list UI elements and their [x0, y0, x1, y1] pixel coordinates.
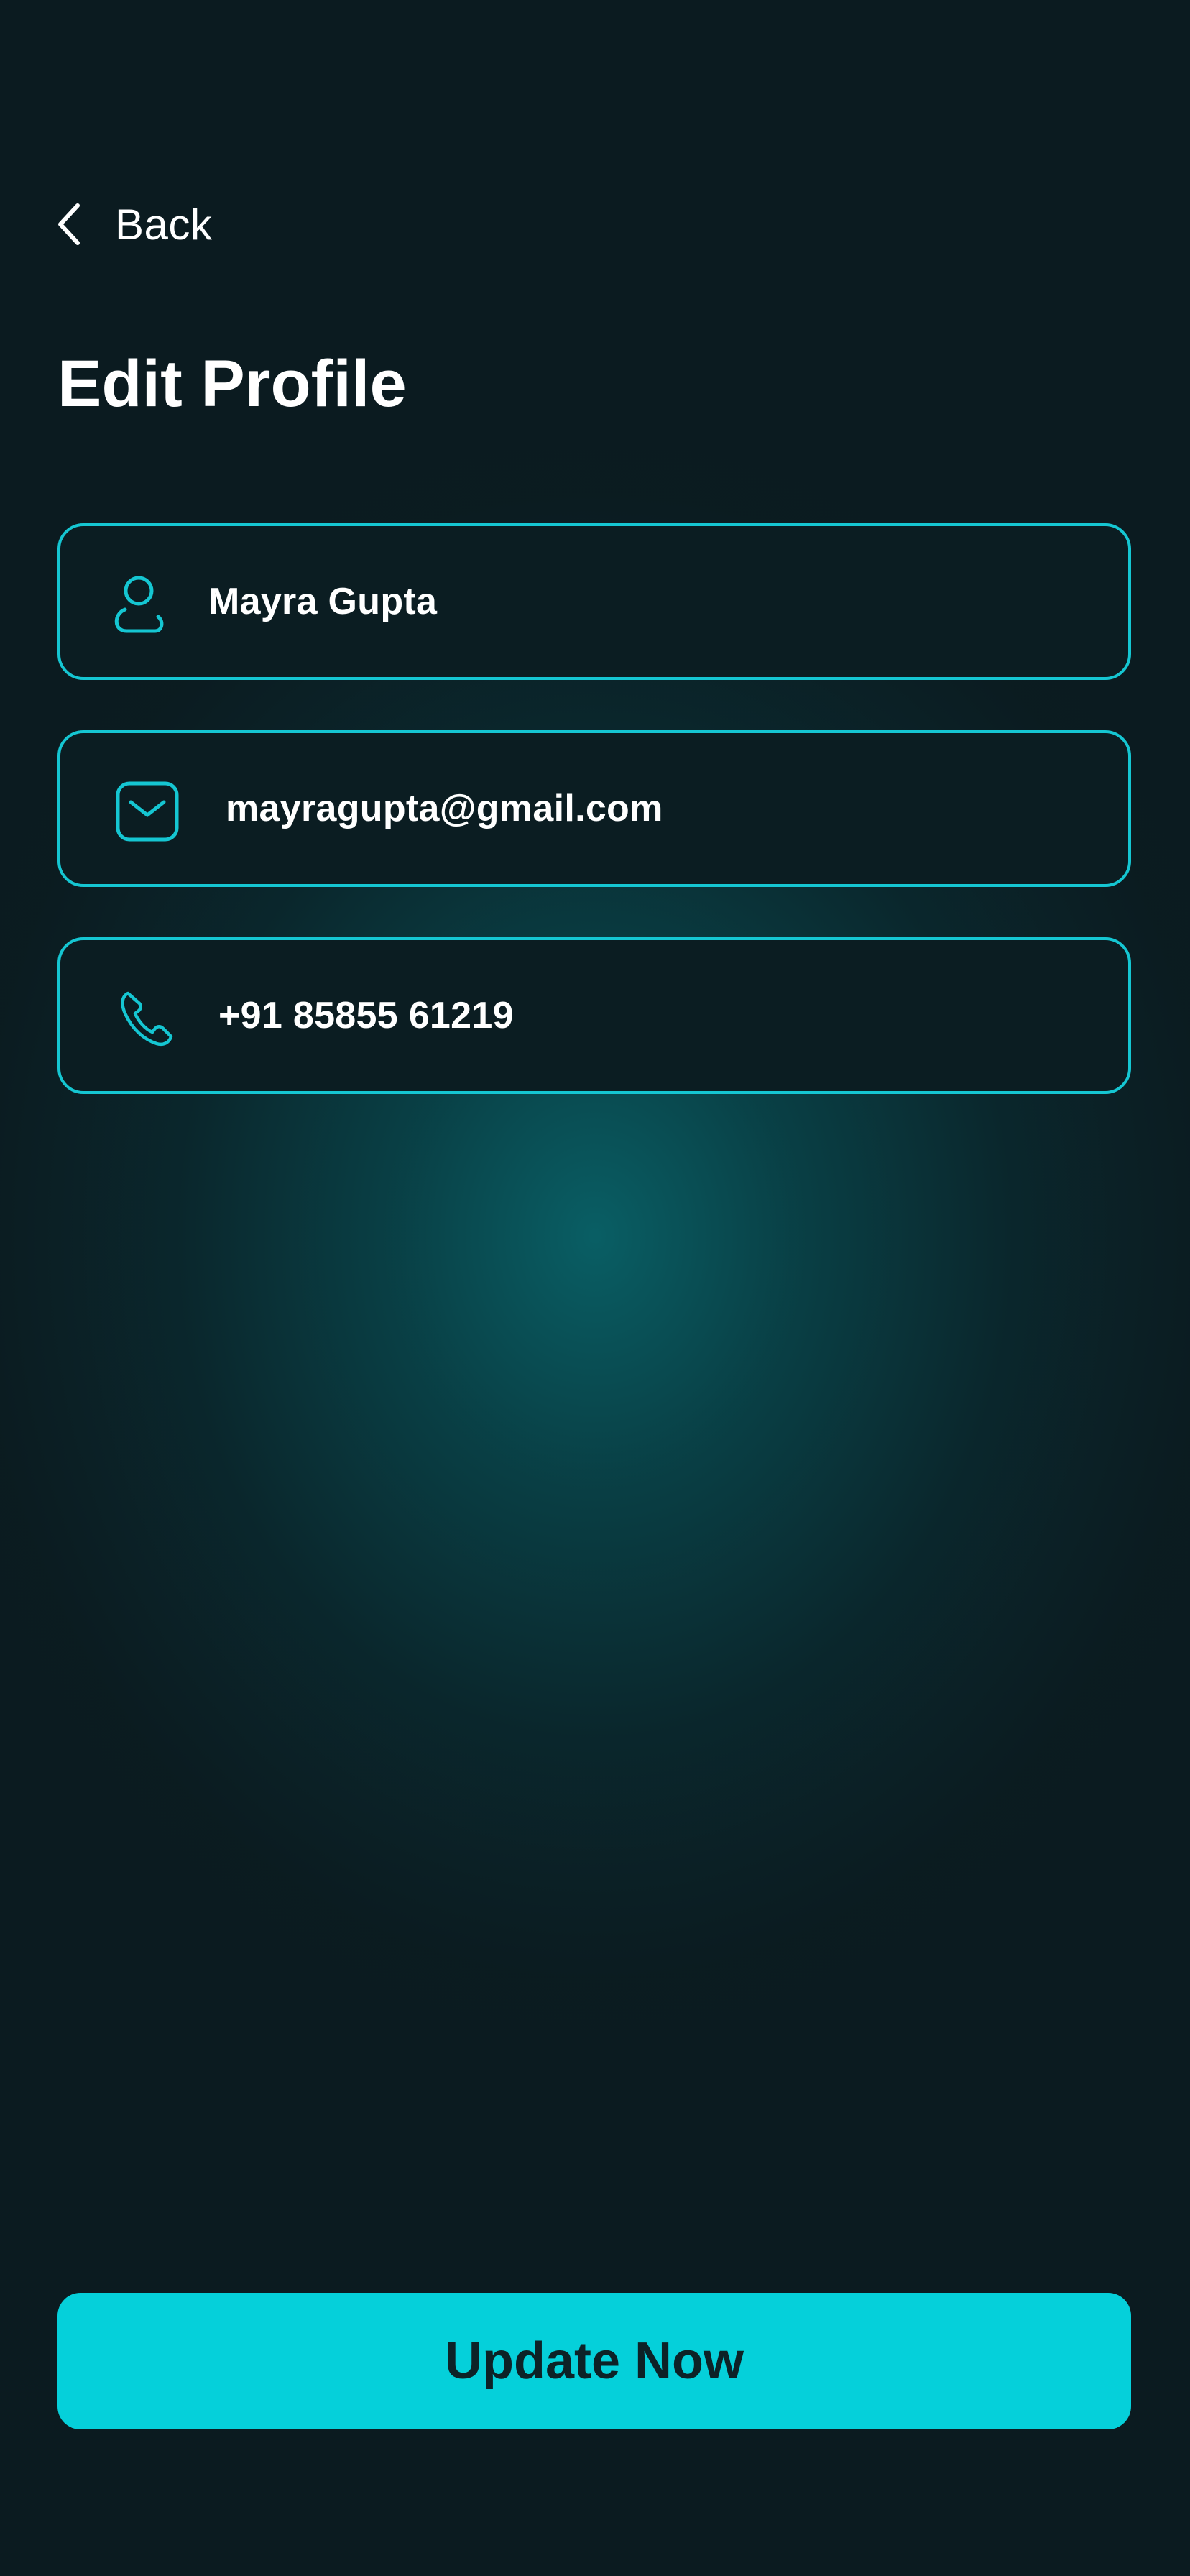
phone-field[interactable]: +91 85855 61219 [57, 937, 1131, 1094]
email-value: mayragupta@gmail.com [226, 788, 663, 829]
update-now-button[interactable]: Update Now [57, 2293, 1131, 2429]
phone-value: +91 85855 61219 [218, 995, 514, 1036]
chevron-left-icon [55, 201, 83, 247]
mail-icon [114, 778, 181, 845]
edit-profile-screen: Back Edit Profile Mayra Gupta mayragupta… [0, 0, 1190, 2576]
page-title: Edit Profile [57, 347, 407, 420]
email-field[interactable]: mayragupta@gmail.com [57, 730, 1131, 887]
user-icon [111, 574, 167, 635]
back-label: Back [115, 200, 213, 249]
phone-icon [118, 988, 175, 1048]
name-field[interactable]: Mayra Gupta [57, 523, 1131, 680]
back-button[interactable]: Back [55, 196, 212, 253]
name-value: Mayra Gupta [208, 581, 438, 622]
